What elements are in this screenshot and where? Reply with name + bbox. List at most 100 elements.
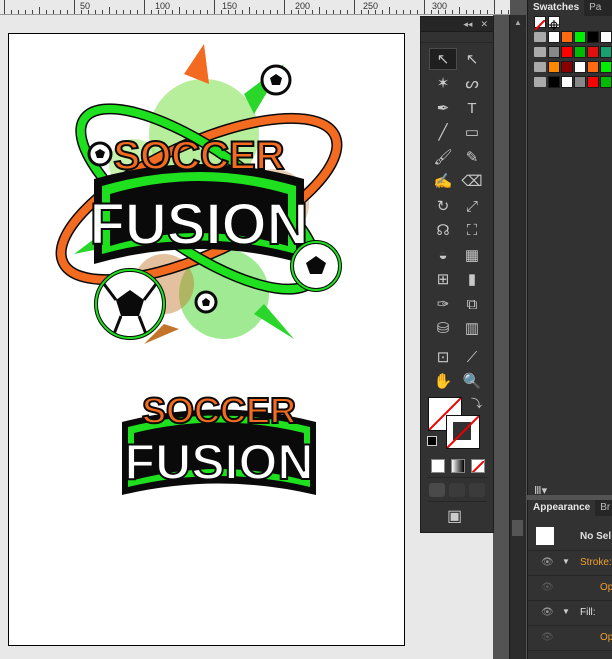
appearance-stroke-row[interactable]: 👁 ▼ Stroke: — [528, 551, 612, 576]
line-tool-icon[interactable]: ╱ — [429, 122, 457, 144]
color-swatch[interactable] — [587, 31, 599, 43]
color-swatch[interactable] — [587, 46, 599, 58]
color-swatch[interactable] — [600, 76, 612, 88]
blend-tool-icon[interactable]: ⧉ — [458, 293, 486, 315]
horizontal-ruler[interactable]: 50 100 150 200 250 300 — [0, 0, 510, 15]
color-swatch[interactable] — [587, 76, 599, 88]
tab-appearance[interactable]: Appearance — [528, 500, 596, 516]
tools-panel[interactable]: ◂◂ ✕ ↖ ↖ ✶ ᔕ ✒ T ╱ ▭ 🖌 ✎ ✍ ⌫ ↻ ⤢ ☊ ⛶ ◒ ▦ ⊞ ▮ ✑ ⧉ ⛁ ▥ ⊡ ⟋ ✋ 🔍 ⤵ ▣ — [420, 16, 494, 533]
direct-selection-tool-icon[interactable]: ↖ — [458, 48, 486, 70]
color-swatch[interactable] — [548, 61, 560, 73]
color-swatch[interactable] — [574, 61, 586, 73]
zoom-tool-icon[interactable]: 🔍 — [458, 371, 486, 393]
color-swatch[interactable] — [561, 46, 573, 58]
magic-wand-tool-icon[interactable]: ✶ — [429, 73, 457, 95]
fill-label[interactable]: Fill: — [580, 607, 596, 618]
perspective-grid-tool-icon[interactable]: ▦ — [458, 244, 486, 266]
rectangle-tool-icon[interactable]: ▭ — [458, 122, 486, 144]
color-swatch[interactable] — [561, 61, 573, 73]
registration-swatch[interactable] — [548, 16, 560, 30]
blob-brush-tool-icon[interactable]: ✍ — [429, 171, 457, 193]
paintbrush-tool-icon[interactable]: 🖌 — [429, 146, 457, 168]
appearance-opacity-row[interactable]: 👁 Op — [528, 576, 612, 601]
pen-tool-icon[interactable]: ✒ — [429, 97, 457, 119]
screen-mode-icon[interactable]: ▣ — [447, 506, 462, 526]
color-swatch[interactable] — [574, 46, 586, 58]
color-swatch[interactable] — [548, 46, 560, 58]
color-swatch[interactable] — [561, 76, 573, 88]
gradient-mode-icon[interactable] — [451, 459, 465, 473]
symbol-sprayer-tool-icon[interactable]: ⛁ — [429, 318, 457, 340]
color-swatch[interactable] — [587, 61, 599, 73]
scroll-up-icon[interactable]: ▲ — [510, 15, 526, 29]
soccer-fusion-logo-small[interactable]: SOCCER FUSION — [114, 367, 324, 502]
color-swatch[interactable] — [574, 31, 586, 43]
swatch-group-folder-icon[interactable] — [534, 77, 546, 87]
swap-fill-stroke-icon[interactable]: ⤵ — [471, 395, 482, 411]
soccer-fusion-logo-large[interactable]: SOCCER FUSION — [54, 44, 344, 344]
opacity-label[interactable]: Op — [600, 632, 612, 643]
ruler-tick — [165, 10, 166, 14]
default-fill-stroke-icon[interactable] — [427, 436, 437, 446]
appearance-selection-row[interactable]: No Sel — [528, 520, 612, 551]
scroll-thumb[interactable] — [512, 520, 523, 536]
color-mode-icon[interactable] — [431, 459, 445, 473]
none-mode-icon[interactable] — [471, 459, 485, 473]
swatch-group-folder-icon[interactable] — [534, 62, 546, 72]
appearance-panel[interactable]: Appearance Br No Sel 👁 ▼ Stroke: 👁 Op 👁 … — [527, 500, 612, 659]
color-swatch[interactable] — [548, 31, 560, 43]
eyedropper-tool-icon[interactable]: ✑ — [429, 293, 457, 315]
gradient-tool-icon[interactable]: ▮ — [458, 269, 486, 291]
swatch-libraries-menu-icon[interactable]: Ⅲ▾ — [534, 484, 547, 497]
color-swatch[interactable] — [600, 46, 612, 58]
expand-triangle-icon[interactable]: ▼ — [562, 557, 570, 566]
mesh-tool-icon[interactable]: ⊞ — [429, 269, 457, 291]
none-swatch[interactable] — [534, 16, 546, 31]
eraser-tool-icon[interactable]: ⌫ — [458, 171, 486, 193]
visibility-eye-icon[interactable]: 👁 — [541, 607, 554, 618]
slice-tool-icon[interactable]: ⟋ — [458, 346, 486, 368]
appearance-opacity-row[interactable]: 👁 Op — [528, 626, 612, 651]
stroke-label[interactable]: Stroke: — [580, 557, 612, 568]
visibility-eye-icon[interactable]: 👁 — [541, 557, 554, 568]
draw-behind-icon[interactable] — [449, 483, 465, 497]
tab-brushes[interactable]: Br — [595, 500, 612, 516]
selection-tool-icon[interactable]: ↖ — [429, 48, 457, 70]
expand-triangle-icon[interactable]: ▼ — [562, 607, 570, 616]
color-swatch[interactable] — [600, 31, 612, 43]
swatch-group-folder-icon[interactable] — [534, 32, 546, 42]
stroke-swatch[interactable] — [446, 415, 480, 449]
warp-tool-icon[interactable]: ☊ — [429, 220, 457, 242]
appearance-fill-row[interactable]: 👁 ▼ Fill: — [528, 601, 612, 626]
tab-pattern[interactable]: Pa — [584, 0, 606, 16]
ruler-tick — [179, 7, 180, 14]
tab-swatches[interactable]: Swatches — [528, 0, 585, 16]
visibility-eye-icon[interactable]: 👁 — [541, 582, 554, 593]
draw-inside-icon[interactable] — [469, 483, 485, 497]
panel-grip[interactable] — [421, 32, 493, 43]
free-transform-tool-icon[interactable]: ⛶ — [458, 220, 486, 242]
swatch-group-folder-icon[interactable] — [534, 47, 546, 57]
color-swatch[interactable] — [548, 76, 560, 88]
scale-tool-icon[interactable]: ⤢ — [458, 195, 486, 217]
pencil-tool-icon[interactable]: ✎ — [458, 146, 486, 168]
shape-builder-tool-icon[interactable]: ◒ — [429, 244, 457, 266]
opacity-label[interactable]: Op — [600, 582, 612, 593]
swatches-panel[interactable]: Swatches Pa Ⅲ▾ — [527, 0, 612, 497]
color-swatch[interactable] — [574, 76, 586, 88]
vertical-scrollbar[interactable]: ▲ — [509, 15, 526, 659]
lasso-tool-icon[interactable]: ᔕ — [458, 73, 486, 95]
rotate-tool-icon[interactable]: ↻ — [429, 195, 457, 217]
color-swatch[interactable] — [600, 61, 612, 73]
color-swatch[interactable] — [561, 31, 573, 43]
artboard[interactable]: SOCCER FUSION SOCCER FUSION — [8, 33, 405, 646]
close-panel-icon[interactable]: ✕ — [480, 19, 488, 30]
type-tool-icon[interactable]: T — [458, 97, 486, 119]
column-graph-tool-icon[interactable]: ▥ — [458, 318, 486, 340]
artboard-tool-icon[interactable]: ⊡ — [429, 346, 457, 368]
collapse-panel-icon[interactable]: ◂◂ — [463, 19, 472, 30]
draw-normal-icon[interactable] — [429, 483, 445, 497]
hand-tool-icon[interactable]: ✋ — [429, 371, 457, 393]
tools-panel-titlebar[interactable]: ◂◂ ✕ — [421, 17, 493, 32]
visibility-eye-icon[interactable]: 👁 — [541, 632, 554, 643]
